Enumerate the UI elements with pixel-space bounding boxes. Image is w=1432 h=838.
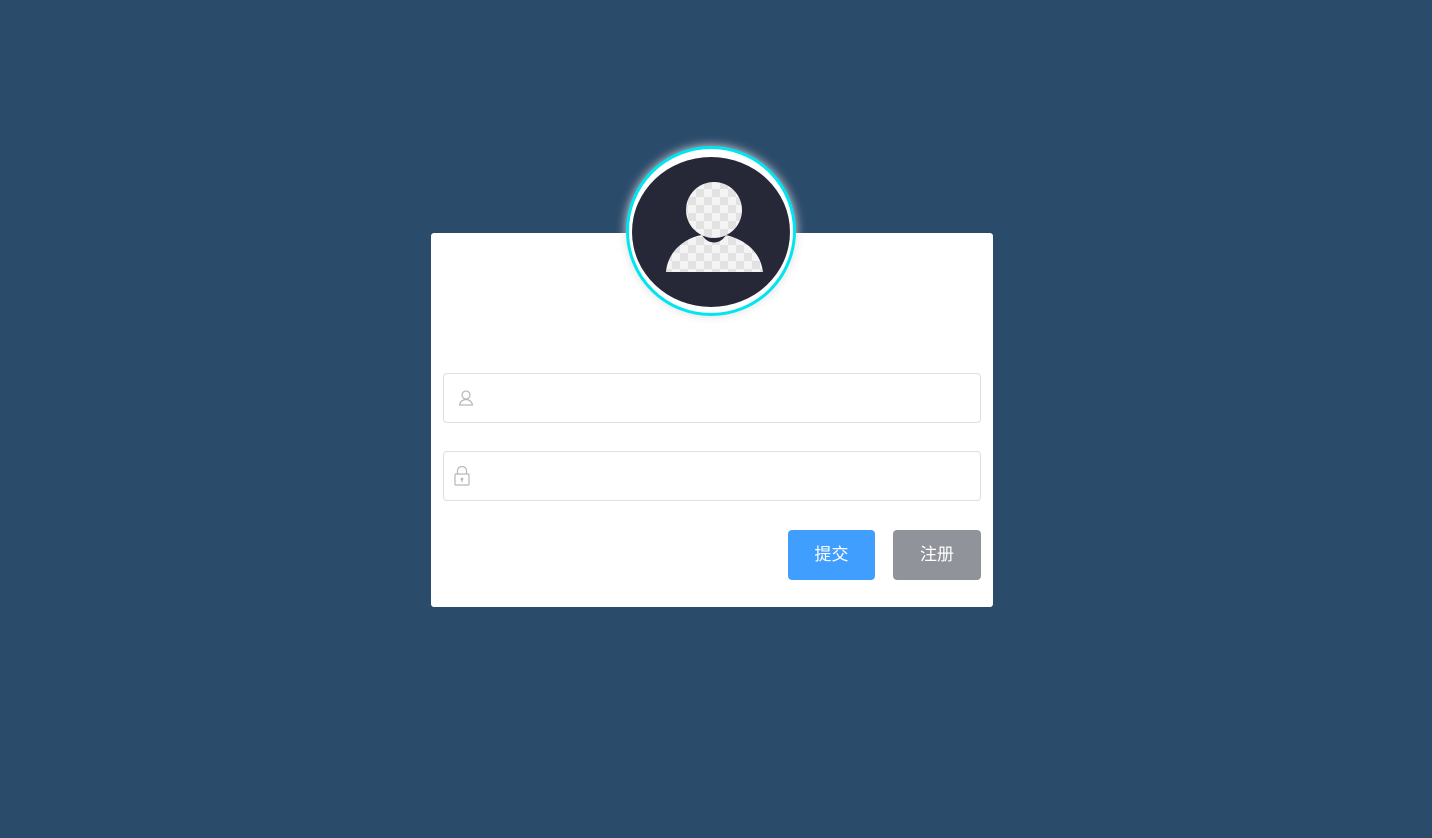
submit-button[interactable]: 提交: [788, 530, 875, 580]
username-input[interactable]: [478, 374, 972, 422]
lock-icon: [452, 465, 472, 486]
avatar: [626, 146, 796, 316]
register-button[interactable]: 注册: [893, 530, 981, 580]
password-input[interactable]: [478, 452, 972, 500]
user-icon: [456, 388, 476, 408]
password-field[interactable]: [443, 451, 981, 501]
username-field[interactable]: [443, 373, 981, 423]
avatar-image: [632, 157, 790, 307]
avatar-placeholder-icon: [666, 182, 763, 272]
